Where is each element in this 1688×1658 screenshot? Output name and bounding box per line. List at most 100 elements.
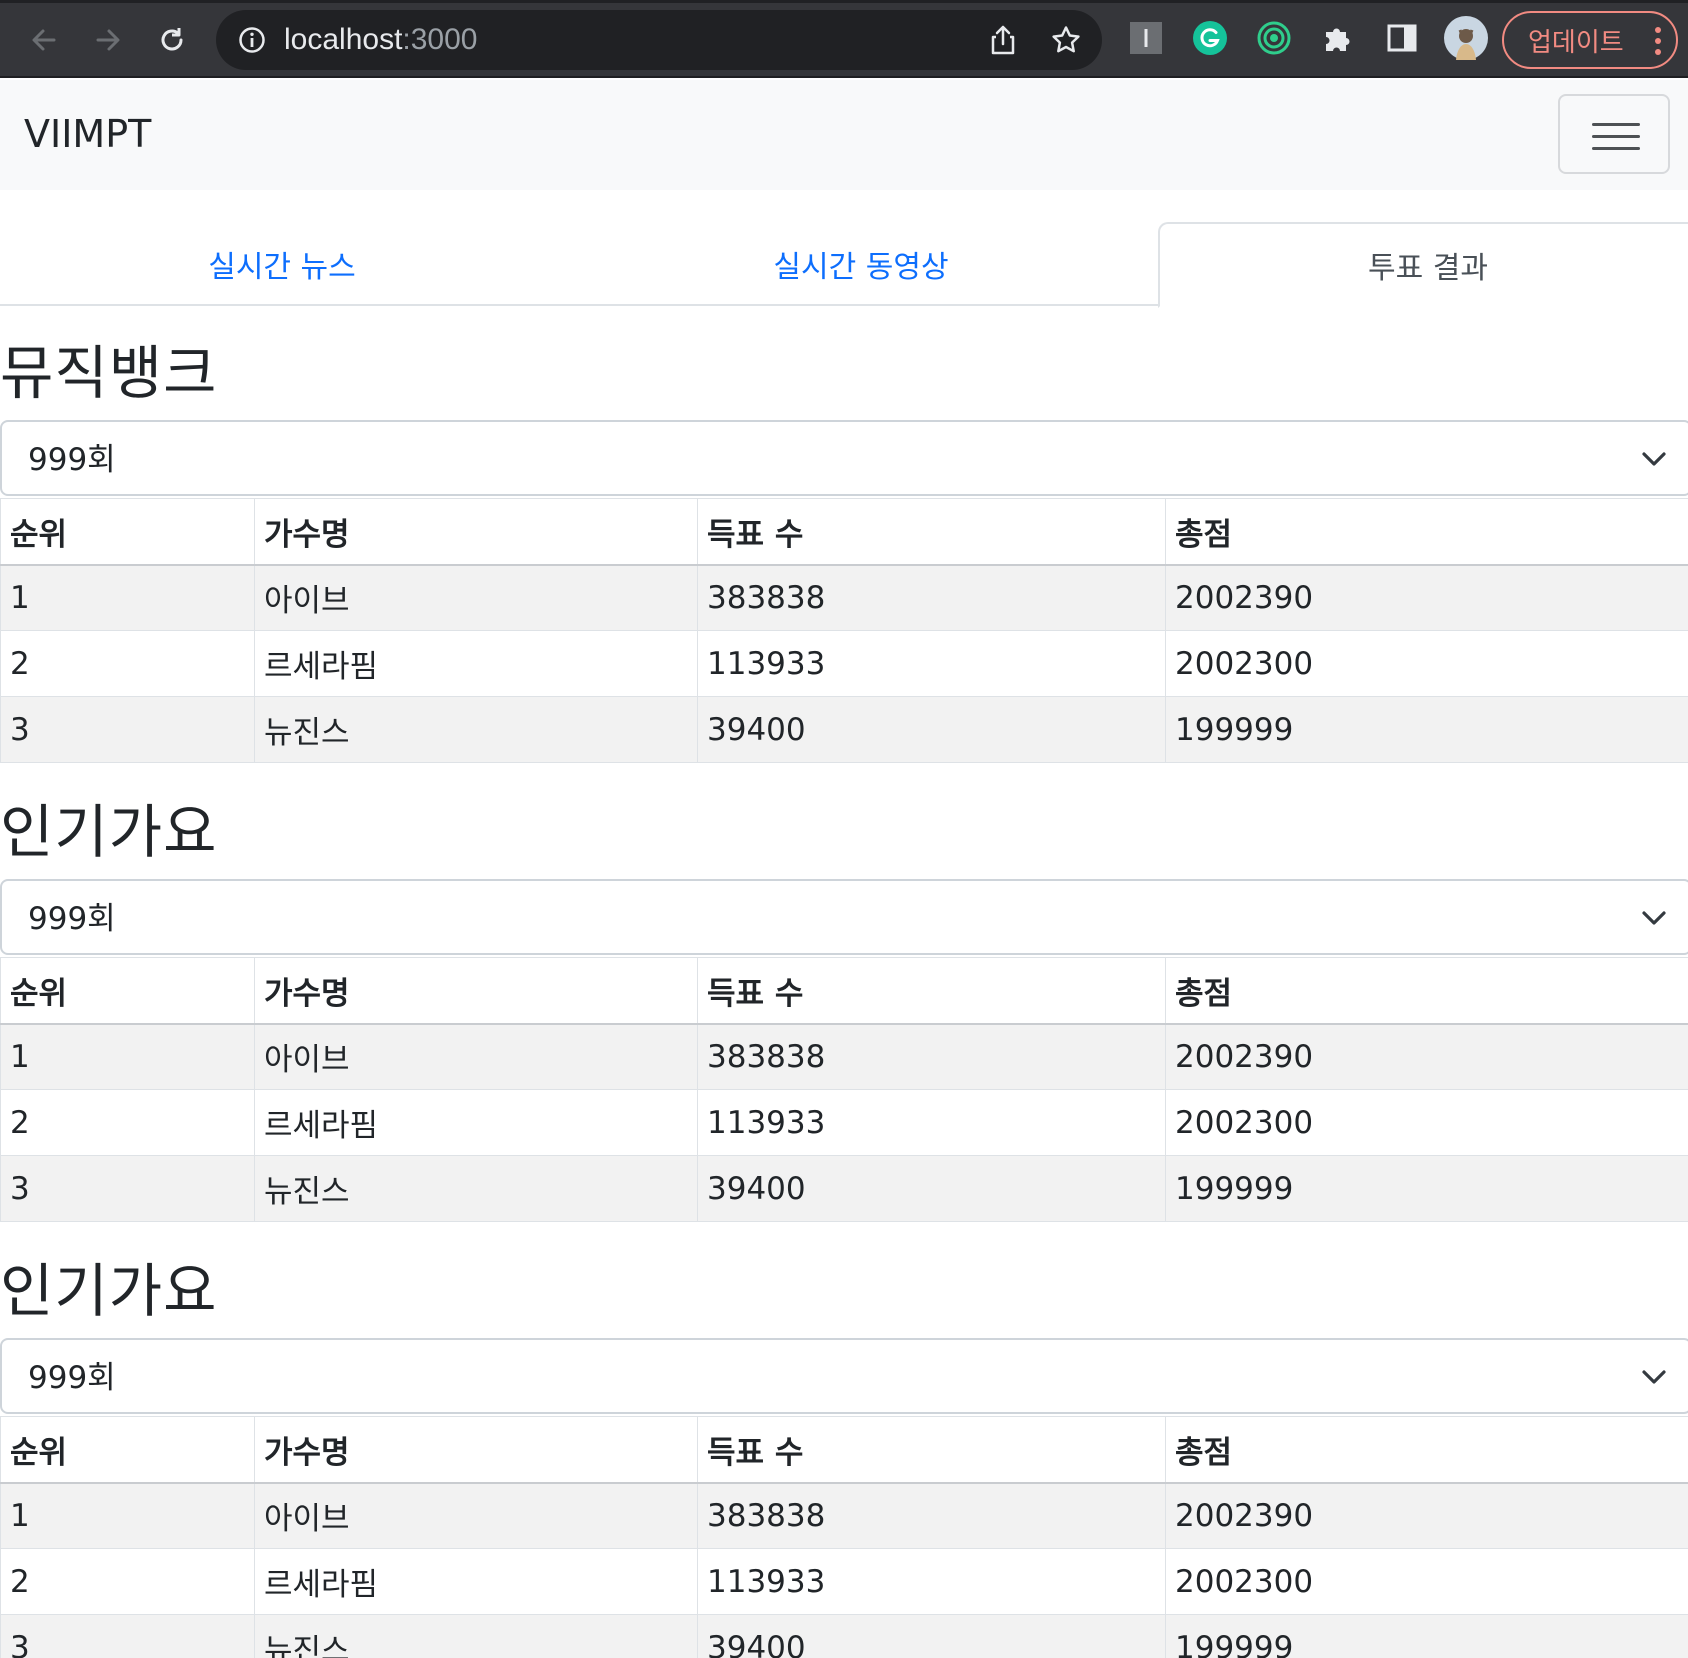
chart-section-music-bank: 뮤직뱅크 999회 순위 가수명 득표 수 총점 1 아이브 383838 20… <box>0 338 1688 766</box>
cell-score: 199999 <box>1165 1155 1688 1222</box>
cell-rank: 3 <box>0 1614 255 1658</box>
column-header-rank: 순위 <box>0 1416 255 1484</box>
navbar: VIIMPT <box>0 80 1688 190</box>
cell-artist: 뉴진스 <box>254 1614 698 1658</box>
grammarly-button[interactable] <box>1190 18 1230 58</box>
column-header-rank: 순위 <box>0 498 255 566</box>
cell-score: 199999 <box>1165 696 1688 763</box>
column-header-votes: 득표 수 <box>697 957 1166 1025</box>
cell-artist: 아이브 <box>254 564 698 631</box>
cell-artist: 아이브 <box>254 1023 698 1090</box>
forward-button[interactable] <box>82 14 134 66</box>
url-text[interactable]: localhost:3000 <box>284 24 477 56</box>
cell-score: 199999 <box>1165 1614 1688 1658</box>
cell-votes: 383838 <box>697 564 1166 631</box>
chart-section-inkigayo-2: 인기가요 999회 순위 가수명 득표 수 총점 1 아이브 383838 20… <box>0 1256 1688 1658</box>
episode-select-value: 999회 <box>28 1360 116 1396</box>
address-bar[interactable]: localhost:3000 <box>216 10 1102 70</box>
forward-arrow-icon <box>96 29 120 51</box>
puzzle-icon <box>1326 28 1350 51</box>
cell-artist: 르세라핌 <box>254 1548 698 1615</box>
cell-rank: 1 <box>0 1482 255 1549</box>
cell-rank: 2 <box>0 630 255 697</box>
share-icon[interactable] <box>988 24 1018 56</box>
navbar-toggler-button[interactable] <box>1558 94 1670 174</box>
extension-i-icon <box>1130 22 1162 54</box>
cell-votes: 39400 <box>697 1155 1166 1222</box>
target-extension-button[interactable] <box>1254 18 1294 58</box>
hamburger-icon <box>1592 147 1640 150</box>
section-title: 뮤직뱅크 <box>0 339 218 407</box>
navbar-brand[interactable]: VIIMPT <box>24 112 151 156</box>
table-row: 3 뉴진스 39400 199999 <box>0 1614 1688 1658</box>
tab-strip-edge <box>0 0 1688 3</box>
episode-select-value: 999회 <box>28 901 116 937</box>
more-vert-icon[interactable] <box>1654 25 1662 57</box>
column-header-rank: 순위 <box>0 957 255 1025</box>
episode-select[interactable]: 999회 <box>0 420 1688 496</box>
column-header-votes: 득표 수 <box>697 1416 1166 1484</box>
cell-artist: 뉴진스 <box>254 1155 698 1222</box>
episode-select[interactable]: 999회 <box>0 879 1688 955</box>
cell-artist: 아이브 <box>254 1482 698 1549</box>
table-row: 1 아이브 383838 2002390 <box>0 1482 1688 1549</box>
column-header-score: 총점 <box>1165 1416 1688 1484</box>
hamburger-icon <box>1592 123 1640 126</box>
table-row: 1 아이브 383838 2002390 <box>0 1023 1688 1090</box>
results-table: 순위 가수명 득표 수 총점 1 아이브 383838 2002390 2 르세… <box>0 1416 1688 1658</box>
cell-artist: 르세라핌 <box>254 630 698 697</box>
cell-votes: 383838 <box>697 1482 1166 1549</box>
chevron-down-icon <box>1642 911 1666 925</box>
episode-select-value: 999회 <box>28 442 116 478</box>
cell-rank: 1 <box>0 1023 255 1090</box>
column-header-score: 총점 <box>1165 957 1688 1025</box>
back-button[interactable] <box>18 14 70 66</box>
grammarly-icon <box>1193 21 1227 55</box>
update-button[interactable]: 업데이트 <box>1502 11 1678 69</box>
update-label: 업데이트 <box>1528 27 1624 58</box>
side-panel-button[interactable] <box>1382 18 1422 58</box>
star-icon[interactable] <box>1050 24 1082 56</box>
tab-realtime-news[interactable]: 실시간 뉴스 <box>0 222 564 306</box>
cell-score: 2002390 <box>1165 564 1688 631</box>
tab-vote-results[interactable]: 투표 결과 <box>1158 222 1688 308</box>
episode-select[interactable]: 999회 <box>0 1338 1688 1414</box>
cell-score: 2002300 <box>1165 1548 1688 1615</box>
browser-toolbar: localhost:3000 업데이트 <box>0 0 1688 78</box>
cell-score: 2002300 <box>1165 1089 1688 1156</box>
cell-rank: 1 <box>0 564 255 631</box>
sidepanel-icon <box>1387 24 1417 52</box>
table-row: 2 르세라핌 113933 2002300 <box>0 1548 1688 1615</box>
table-header-row: 순위 가수명 득표 수 총점 <box>0 1416 1688 1484</box>
cell-votes: 39400 <box>697 696 1166 763</box>
table-header-row: 순위 가수명 득표 수 총점 <box>0 957 1688 1025</box>
table-row: 3 뉴진스 39400 199999 <box>0 1155 1688 1222</box>
back-arrow-icon <box>32 29 56 51</box>
column-header-artist: 가수명 <box>254 1416 698 1484</box>
profile-button[interactable] <box>1444 16 1488 60</box>
cell-rank: 2 <box>0 1089 255 1156</box>
cell-rank: 3 <box>0 696 255 763</box>
cell-votes: 383838 <box>697 1023 1166 1090</box>
reload-button[interactable] <box>146 14 198 66</box>
column-header-votes: 득표 수 <box>697 498 1166 566</box>
profile-avatar-icon <box>1444 16 1488 60</box>
cell-votes: 113933 <box>697 630 1166 697</box>
results-table: 순위 가수명 득표 수 총점 1 아이브 383838 2002390 2 르세… <box>0 498 1688 763</box>
table-row: 2 르세라핌 113933 2002300 <box>0 630 1688 697</box>
tab-bar: 실시간 뉴스 실시간 동영상 투표 결과 <box>0 222 1688 308</box>
cell-artist: 르세라핌 <box>254 1089 698 1156</box>
extension-i-button[interactable] <box>1126 18 1166 58</box>
table-row: 3 뉴진스 39400 199999 <box>0 696 1688 763</box>
extensions-button[interactable] <box>1318 18 1358 58</box>
chevron-down-icon <box>1642 452 1666 466</box>
results-table: 순위 가수명 득표 수 총점 1 아이브 383838 2002390 2 르세… <box>0 957 1688 1222</box>
cell-votes: 113933 <box>697 1089 1166 1156</box>
cell-score: 2002390 <box>1165 1482 1688 1549</box>
tab-realtime-video[interactable]: 실시간 동영상 <box>564 222 1158 306</box>
cell-score: 2002390 <box>1165 1023 1688 1090</box>
info-icon[interactable] <box>238 26 266 54</box>
cell-artist: 뉴진스 <box>254 696 698 763</box>
column-header-artist: 가수명 <box>254 498 698 566</box>
cell-votes: 113933 <box>697 1548 1166 1615</box>
